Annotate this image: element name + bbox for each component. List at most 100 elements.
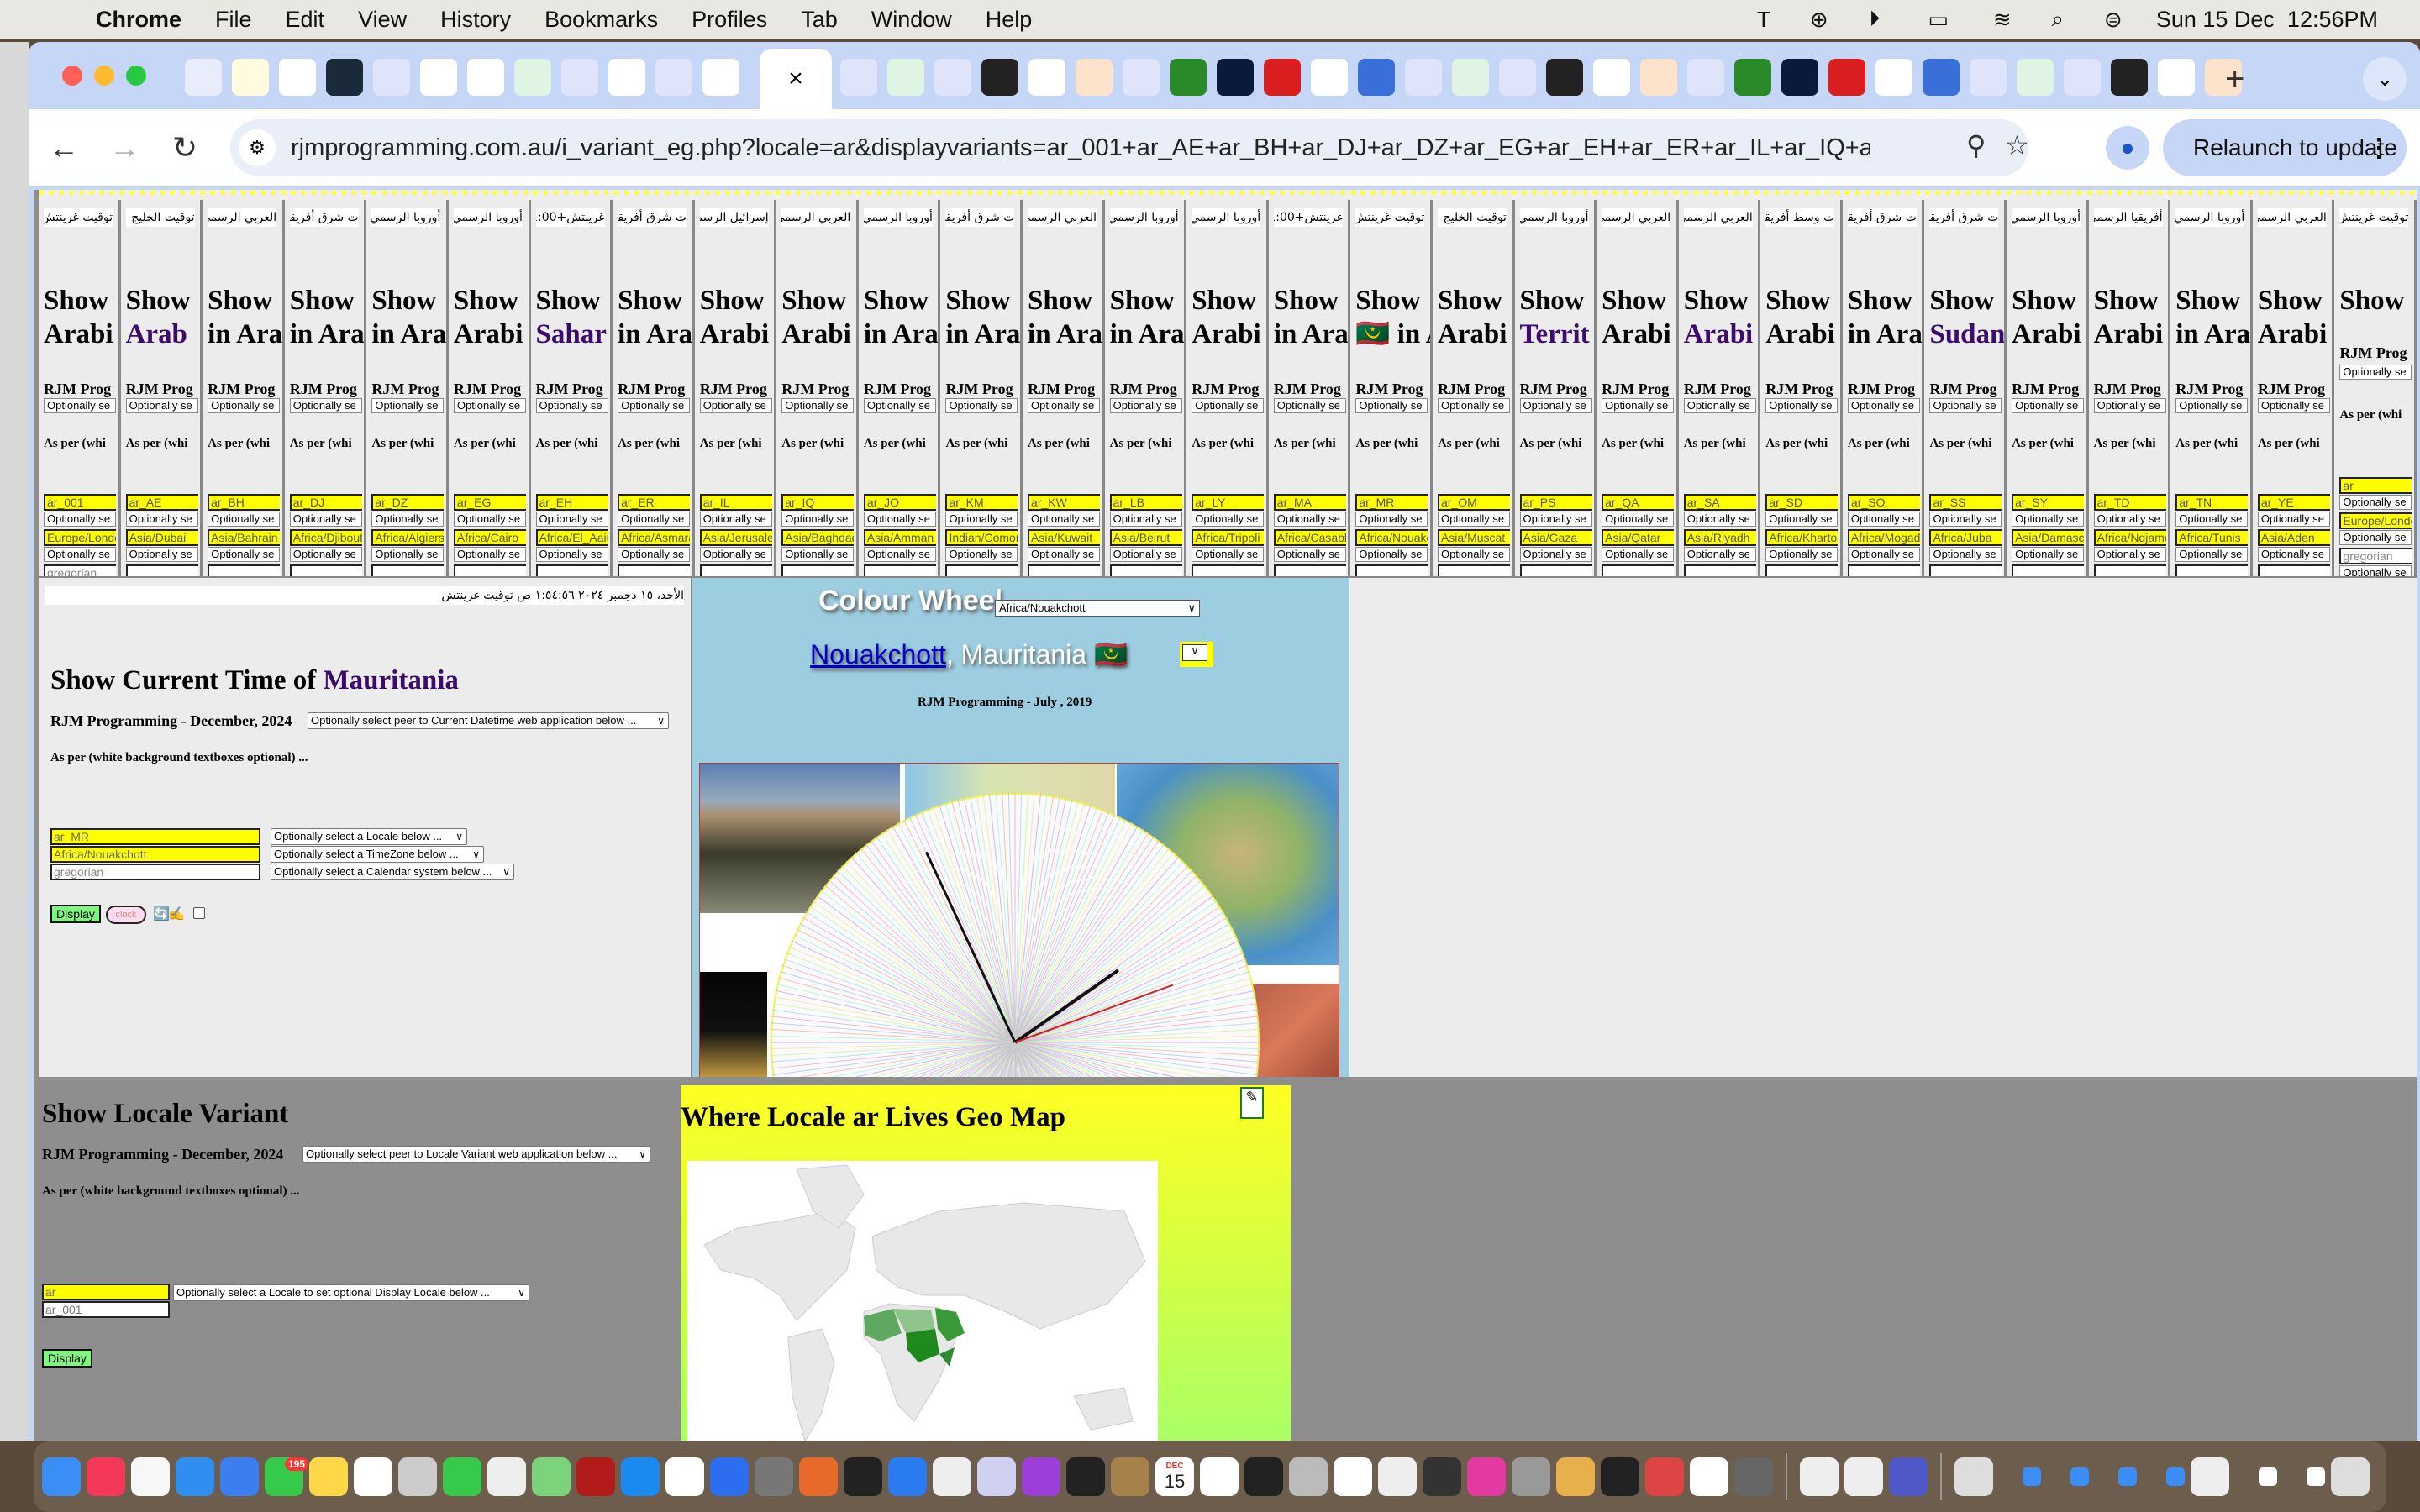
peer-select[interactable]: Optionally se xyxy=(1929,398,2002,413)
calendar-input[interactable] xyxy=(2093,564,2166,576)
timezone-select[interactable]: Optionally se xyxy=(125,547,198,562)
tab-favicon-icon[interactable] xyxy=(1452,59,1489,96)
tab-favicon-icon[interactable] xyxy=(2064,59,2101,96)
calendar-input[interactable] xyxy=(2012,564,2085,576)
forward-button[interactable]: → xyxy=(106,129,143,166)
menu-profiles[interactable]: Profiles xyxy=(692,7,767,33)
apple-menu-icon[interactable] xyxy=(37,4,64,34)
menu-history[interactable]: History xyxy=(440,7,511,33)
timezone-input[interactable]: Asia/Bahrain xyxy=(208,529,281,546)
dock-chrome-icon[interactable] xyxy=(1334,1457,1372,1496)
timezone-select[interactable]: Optionally se xyxy=(1355,547,1428,562)
tab-favicon-icon[interactable] xyxy=(608,59,645,96)
kebab-menu-icon[interactable]: ⋮ xyxy=(2366,134,2391,163)
locale-input[interactable]: ar_TD xyxy=(2093,494,2166,511)
display-locale-select[interactable]: Optionally select a Locale to set option… xyxy=(173,1284,529,1301)
locale-select[interactable]: Optionally se xyxy=(2012,512,2085,527)
timezone-select[interactable]: Optionally se xyxy=(1192,547,1265,562)
close-window-button[interactable] xyxy=(62,66,82,86)
relaunch-button[interactable]: Relaunch to update ⋮ xyxy=(2163,119,2407,176)
locale-select[interactable]: Optionally se xyxy=(1683,512,1756,527)
dock-trash-icon[interactable] xyxy=(2331,1457,2370,1496)
tab-favicon-icon[interactable] xyxy=(1828,59,1865,96)
timezone-input[interactable]: Africa/Tripoli xyxy=(1192,529,1265,546)
tab-favicon-icon[interactable] xyxy=(1499,59,1536,96)
timezone-select[interactable]: Optionally se xyxy=(1028,547,1101,562)
control-center-icon[interactable]: ⊜ xyxy=(2101,7,2126,32)
calendar-input[interactable] xyxy=(781,564,855,576)
timezone-input[interactable]: Asia/Jerusalem xyxy=(699,529,772,546)
locale-select[interactable]: Optionally se xyxy=(1519,512,1592,527)
peer-select[interactable]: Optionally se xyxy=(2339,365,2412,380)
city-dropdown[interactable]: ∨ xyxy=(1180,642,1213,667)
dock-system-settings-icon[interactable] xyxy=(1512,1457,1550,1496)
peer-select[interactable]: Optionally se xyxy=(1109,398,1182,413)
locale-select[interactable]: Optionally se xyxy=(1028,512,1101,527)
dock-mail-icon[interactable] xyxy=(220,1457,259,1496)
timezone-input[interactable]: Asia/Dubai xyxy=(125,529,198,546)
tab-favicon-icon[interactable] xyxy=(655,59,692,96)
locale-select[interactable]: Optionally se xyxy=(371,512,445,527)
tab-favicon-icon[interactable] xyxy=(279,59,316,96)
clock-button[interactable]: clock xyxy=(106,906,146,924)
dock-finder-window-icon[interactable] xyxy=(2118,1467,2137,1486)
timezone-select[interactable]: Optionally se xyxy=(453,547,526,562)
peer-select[interactable]: Optionally se xyxy=(699,398,772,413)
peer-select[interactable]: Optionally se xyxy=(1519,398,1592,413)
timezone-input[interactable]: Africa/Algiers xyxy=(371,529,445,546)
play-icon[interactable]: ⏵ xyxy=(1862,6,1887,32)
write-hand-icon[interactable]: ✍ xyxy=(168,906,185,922)
locale-input[interactable]: ar_LY xyxy=(1192,494,1265,511)
calendar-input[interactable] xyxy=(1109,564,1182,576)
dock-notes-icon[interactable] xyxy=(309,1457,348,1496)
calendar-input[interactable] xyxy=(2175,564,2249,576)
timezone-select[interactable]: Optionally se xyxy=(535,547,608,562)
tab-favicon-icon[interactable] xyxy=(514,59,551,96)
timezone-select[interactable]: Optionally se xyxy=(1847,547,1920,562)
timezone-select[interactable]: Optionally se xyxy=(2257,547,2330,562)
dock-cabri-icon[interactable] xyxy=(1645,1457,1684,1496)
active-tab[interactable]: × xyxy=(760,49,832,109)
timezone-input[interactable]: Africa/Djibouti xyxy=(289,529,362,546)
locale-input[interactable]: ar_EH xyxy=(535,494,608,511)
timezone-select[interactable]: Optionally se xyxy=(2012,547,2085,562)
timezone-select[interactable]: Optionally se xyxy=(699,547,772,562)
timezone-select[interactable]: Optionally se xyxy=(2339,530,2412,545)
dock-file-icon[interactable] xyxy=(487,1457,526,1496)
profile-avatar-icon[interactable]: ● xyxy=(2106,126,2149,170)
timezone-input[interactable]: Europe/London xyxy=(2339,512,2412,529)
locale-input[interactable]: ar_MA xyxy=(1273,494,1346,511)
calendar-input[interactable] xyxy=(1437,564,1510,576)
calendar-input[interactable] xyxy=(618,564,691,576)
timezone-select[interactable]: Optionally se xyxy=(863,547,936,562)
calendar-input[interactable] xyxy=(289,564,362,576)
calendar-input[interactable]: gregorian xyxy=(44,564,116,576)
dock-calendar-icon[interactable]: DEC 15 xyxy=(1155,1457,1194,1496)
dock-safari-icon[interactable] xyxy=(176,1457,214,1496)
battery-icon[interactable]: ▭ xyxy=(1918,7,1960,32)
locale-select[interactable]: Optionally se xyxy=(618,512,691,527)
timezone-input[interactable]: Africa/El_Aaiun xyxy=(535,529,608,546)
menu-edit[interactable]: Edit xyxy=(286,7,325,33)
timezone-select[interactable]: Optionally se xyxy=(371,547,445,562)
tab-favicon-icon[interactable] xyxy=(1546,59,1583,96)
tab-favicon-icon[interactable] xyxy=(1781,59,1818,96)
locale-input[interactable]: ar_KW xyxy=(1028,494,1101,511)
calendar-input[interactable] xyxy=(1273,564,1346,576)
peer-select[interactable]: Optionally se xyxy=(1847,398,1920,413)
dock-finder-icon[interactable] xyxy=(42,1457,81,1496)
locale-input[interactable]: ar_PS xyxy=(1519,494,1592,511)
tab-favicon-icon[interactable] xyxy=(1028,59,1065,96)
dock-filezilla-icon[interactable] xyxy=(576,1457,615,1496)
refresh-icon[interactable]: 🔄 xyxy=(153,906,170,922)
peer-select[interactable]: Optionally se xyxy=(2012,398,2085,413)
dock-reminders-icon[interactable] xyxy=(131,1457,170,1496)
tab-favicon-icon[interactable] xyxy=(1734,59,1771,96)
locale-select[interactable]: Optionally se xyxy=(699,512,772,527)
peer-select[interactable]: Optionally se xyxy=(1437,398,1510,413)
dock-tableplus-icon[interactable] xyxy=(1734,1457,1773,1496)
locale-select[interactable]: Optionally se xyxy=(1929,512,2002,527)
locale-select[interactable]: Optionally se xyxy=(2339,495,2412,510)
variant-locale-input[interactable]: ar xyxy=(42,1284,170,1300)
tab-favicon-icon[interactable] xyxy=(1358,59,1395,96)
